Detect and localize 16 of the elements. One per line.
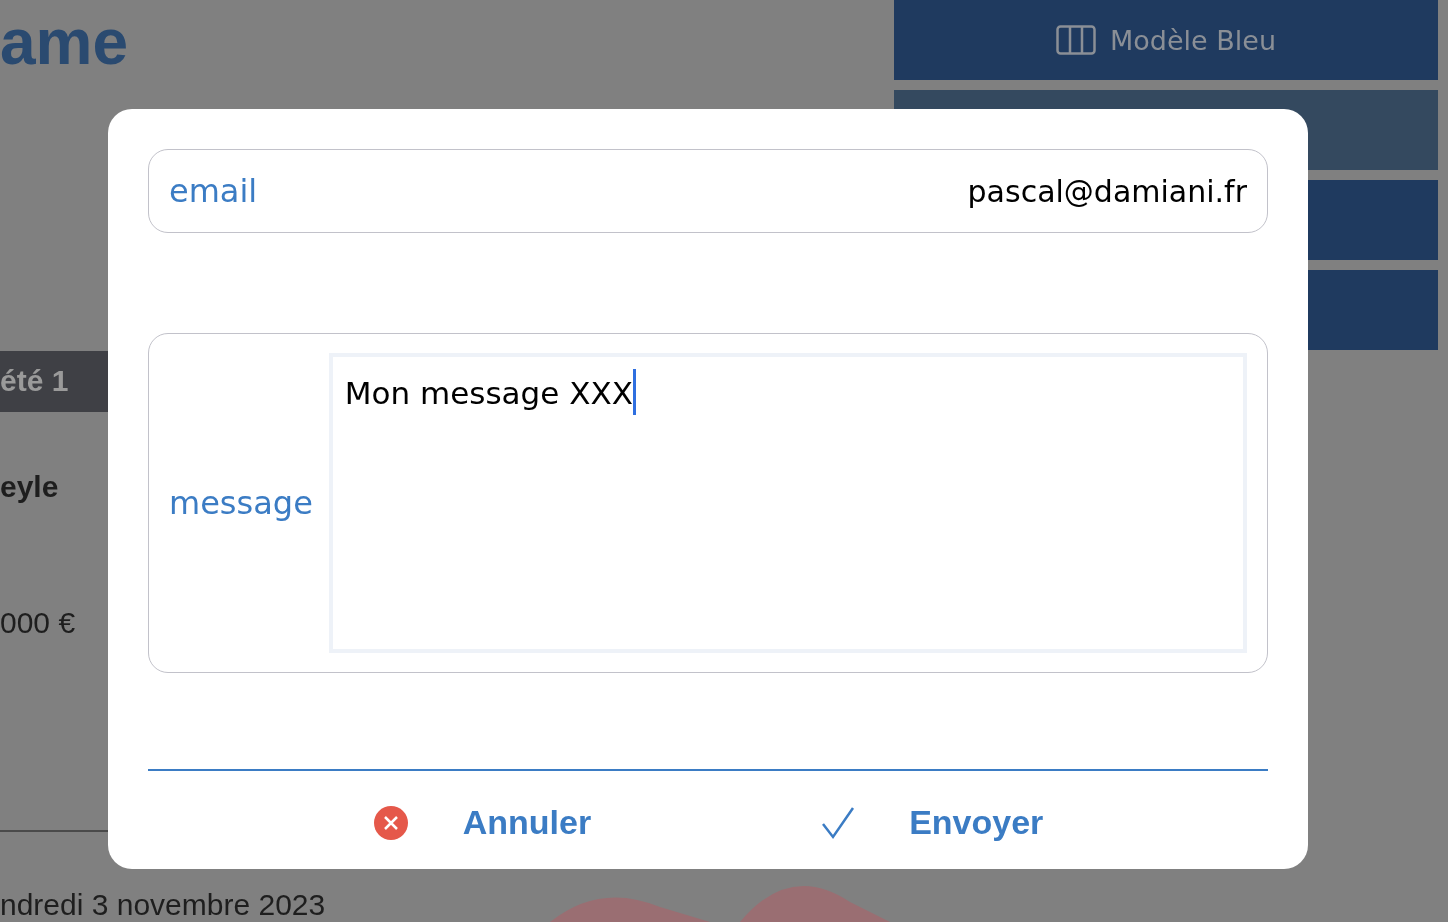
field-label: message [169,484,313,522]
columns-icon [1056,25,1096,55]
name-text: eyle [0,469,59,504]
field-label: email [169,172,258,210]
tab[interactable]: été 1 [0,350,108,412]
amount-text: 000 € [0,605,76,640]
check-icon [821,805,856,840]
send-button[interactable]: Envoyer [821,803,1044,842]
email-field[interactable]: email pascal@damiani.fr [148,149,1268,233]
template-button[interactable]: Modèle Bleu [894,0,1438,80]
logo-text: ame [0,5,129,80]
close-icon [372,804,409,841]
message-field[interactable]: Mon message XXX [328,353,1247,653]
date-text: ndredi 3 novembre 2023 [0,888,326,922]
text-input[interactable]: pascal@damiani.fr [257,173,1247,209]
cancel-button[interactable]: Annuler [372,803,592,842]
